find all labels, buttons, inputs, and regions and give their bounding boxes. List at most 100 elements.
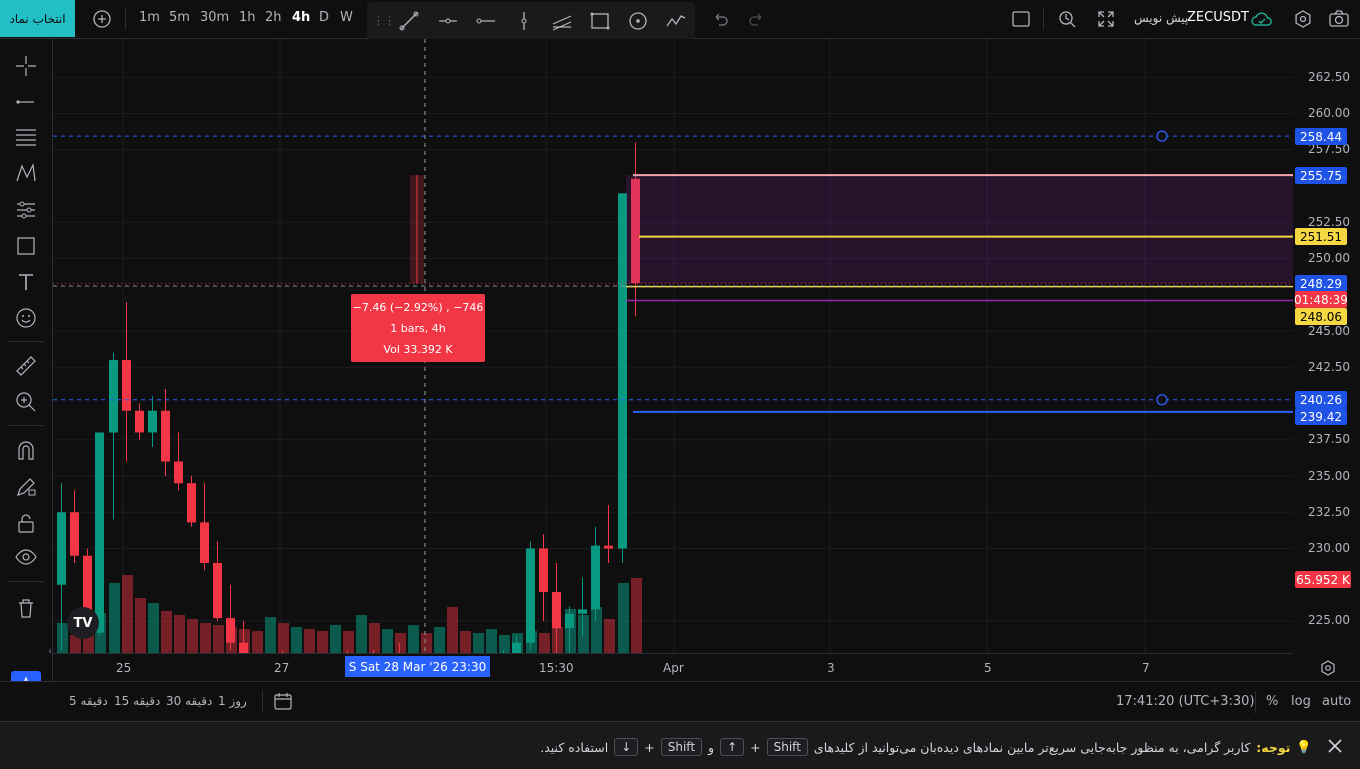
drag-handle-icon[interactable]: ⋮⋮ (373, 14, 395, 27)
price-tick: 245.00 (1308, 324, 1350, 338)
tradingview-logo[interactable]: TV (67, 607, 99, 639)
cloud-sync-icon[interactable] (1249, 8, 1275, 30)
time-tick: 27 (274, 661, 290, 675)
volume-bar (382, 629, 393, 653)
zoom-in-icon[interactable] (14, 390, 38, 414)
ruler-icon[interactable] (14, 354, 38, 378)
chart-pane[interactable]: TV (53, 39, 1293, 653)
range-5m[interactable]: 5 دقیقه (69, 694, 108, 708)
timeframe-1m[interactable]: 1m (139, 10, 160, 25)
layout-icon[interactable] (1009, 8, 1033, 30)
shape-tool-icon[interactable] (14, 234, 38, 258)
stay-in-drawing-icon[interactable] (14, 475, 38, 499)
horizontal-line-icon[interactable] (475, 10, 497, 32)
price-axis[interactable]: 262.50 260.00 257.50 252.50 250.00 245.0… (1293, 39, 1360, 653)
price-tick: 250.00 (1308, 251, 1350, 265)
text-tool-icon[interactable] (14, 270, 38, 294)
time-axis[interactable]: 25 27 15:30 Apr 3 5 7 (53, 653, 1293, 682)
price-tick: 235.00 (1308, 469, 1350, 483)
symbol-select-button[interactable]: انتخاب نماد (0, 0, 75, 37)
plus-sign: + (750, 739, 761, 755)
timeframe-4h[interactable]: 4h (292, 10, 310, 25)
fib-tool-icon[interactable] (14, 125, 38, 149)
magnet-icon[interactable] (14, 439, 38, 463)
close-icon[interactable] (1326, 737, 1344, 755)
volume-bar (57, 623, 68, 653)
trash-icon[interactable] (14, 596, 38, 620)
pattern-tool-icon[interactable] (14, 161, 38, 185)
price-tick: 232.50 (1308, 505, 1350, 519)
candle-body (200, 522, 209, 563)
timeframe-2h[interactable]: 2h (265, 10, 282, 25)
volume-bar (265, 617, 276, 653)
price-tick: 237.50 (1308, 432, 1350, 446)
volume-bar (109, 583, 120, 653)
candle-body (135, 410, 144, 433)
predict-label[interactable]: پیش نویس (1134, 11, 1188, 25)
volume-bar (317, 631, 328, 653)
timeframe-w[interactable]: W (340, 10, 353, 25)
redo-icon[interactable] (745, 8, 769, 30)
volume-bar (278, 623, 289, 653)
range-1d[interactable]: 1 روز (218, 694, 247, 708)
volume-bar (252, 631, 263, 653)
top-toolbar: انتخاب نماد 1m 5m 30m 1h 2h 4h D W ⋮⋮ پی… (0, 0, 1360, 40)
symbol-name[interactable]: ZECUSDT (1187, 10, 1249, 25)
parallel-channel-icon[interactable] (551, 10, 573, 32)
candle-body (122, 360, 131, 411)
candlestick-chart[interactable] (53, 39, 1293, 653)
date-range-calendar-icon[interactable] (273, 691, 295, 713)
path-icon[interactable] (665, 10, 687, 32)
volume-bar (148, 603, 159, 653)
price-tag-rect-top: 255.75 (1295, 167, 1347, 184)
log-toggle[interactable]: log (1291, 694, 1311, 709)
clock-timezone[interactable]: 17:41:20 (UTC+3:30) (1116, 694, 1255, 709)
axis-settings-icon[interactable] (1318, 658, 1338, 678)
shift-key: Shift (766, 738, 808, 756)
volume-bar (539, 633, 550, 653)
time-tick: 15:30 (539, 661, 574, 675)
candle-body (512, 642, 521, 653)
candle-body (526, 548, 535, 643)
undo-icon[interactable] (708, 8, 732, 30)
candle-body (109, 360, 118, 433)
line-tool-icon[interactable] (14, 90, 38, 114)
lock-icon[interactable] (14, 511, 38, 535)
circle-icon[interactable] (627, 10, 649, 32)
time-tick: Apr (663, 661, 684, 675)
volume-bar (291, 627, 302, 653)
range-30m[interactable]: 30 دقیقه (166, 694, 212, 708)
price-tick: 262.50 (1308, 70, 1350, 84)
volume-bar (434, 627, 445, 653)
volume-bar (122, 575, 133, 653)
emoji-tool-icon[interactable] (14, 306, 38, 330)
range-15m[interactable]: 15 دقیقه (114, 694, 160, 708)
quick-search-icon[interactable] (1055, 8, 1079, 30)
timeframe-5m[interactable]: 5m (169, 10, 190, 25)
forecast-tool-icon[interactable] (14, 198, 38, 222)
volume-bar (499, 635, 510, 653)
fullscreen-icon[interactable] (1094, 8, 1118, 30)
candle-body (57, 512, 66, 585)
collapse-chevron-icon[interactable]: ‹ (48, 646, 52, 657)
trend-line-icon[interactable] (398, 10, 420, 32)
rectangle-icon[interactable] (589, 10, 611, 32)
horizontal-ray-icon[interactable] (437, 10, 459, 32)
vertical-line-icon[interactable] (513, 10, 535, 32)
camera-icon[interactable] (1327, 8, 1351, 30)
auto-toggle[interactable]: auto (1322, 694, 1351, 709)
candle-body (239, 642, 248, 653)
candle-body (604, 545, 613, 549)
crosshair-icon[interactable] (14, 54, 38, 78)
price-tick: 225.00 (1308, 613, 1350, 627)
timeframe-1h[interactable]: 1h (239, 10, 256, 25)
price-range-rectangle (626, 175, 1293, 284)
add-compare-icon[interactable] (90, 8, 114, 30)
price-tag-line-low: 239.42 (1295, 408, 1347, 425)
settings-icon[interactable] (1291, 8, 1315, 30)
percent-toggle[interactable]: % (1266, 694, 1278, 709)
volume-bar (174, 615, 185, 653)
timeframe-30m[interactable]: 30m (200, 10, 229, 25)
eye-icon[interactable] (14, 545, 38, 569)
timeframe-d[interactable]: D (319, 10, 329, 25)
